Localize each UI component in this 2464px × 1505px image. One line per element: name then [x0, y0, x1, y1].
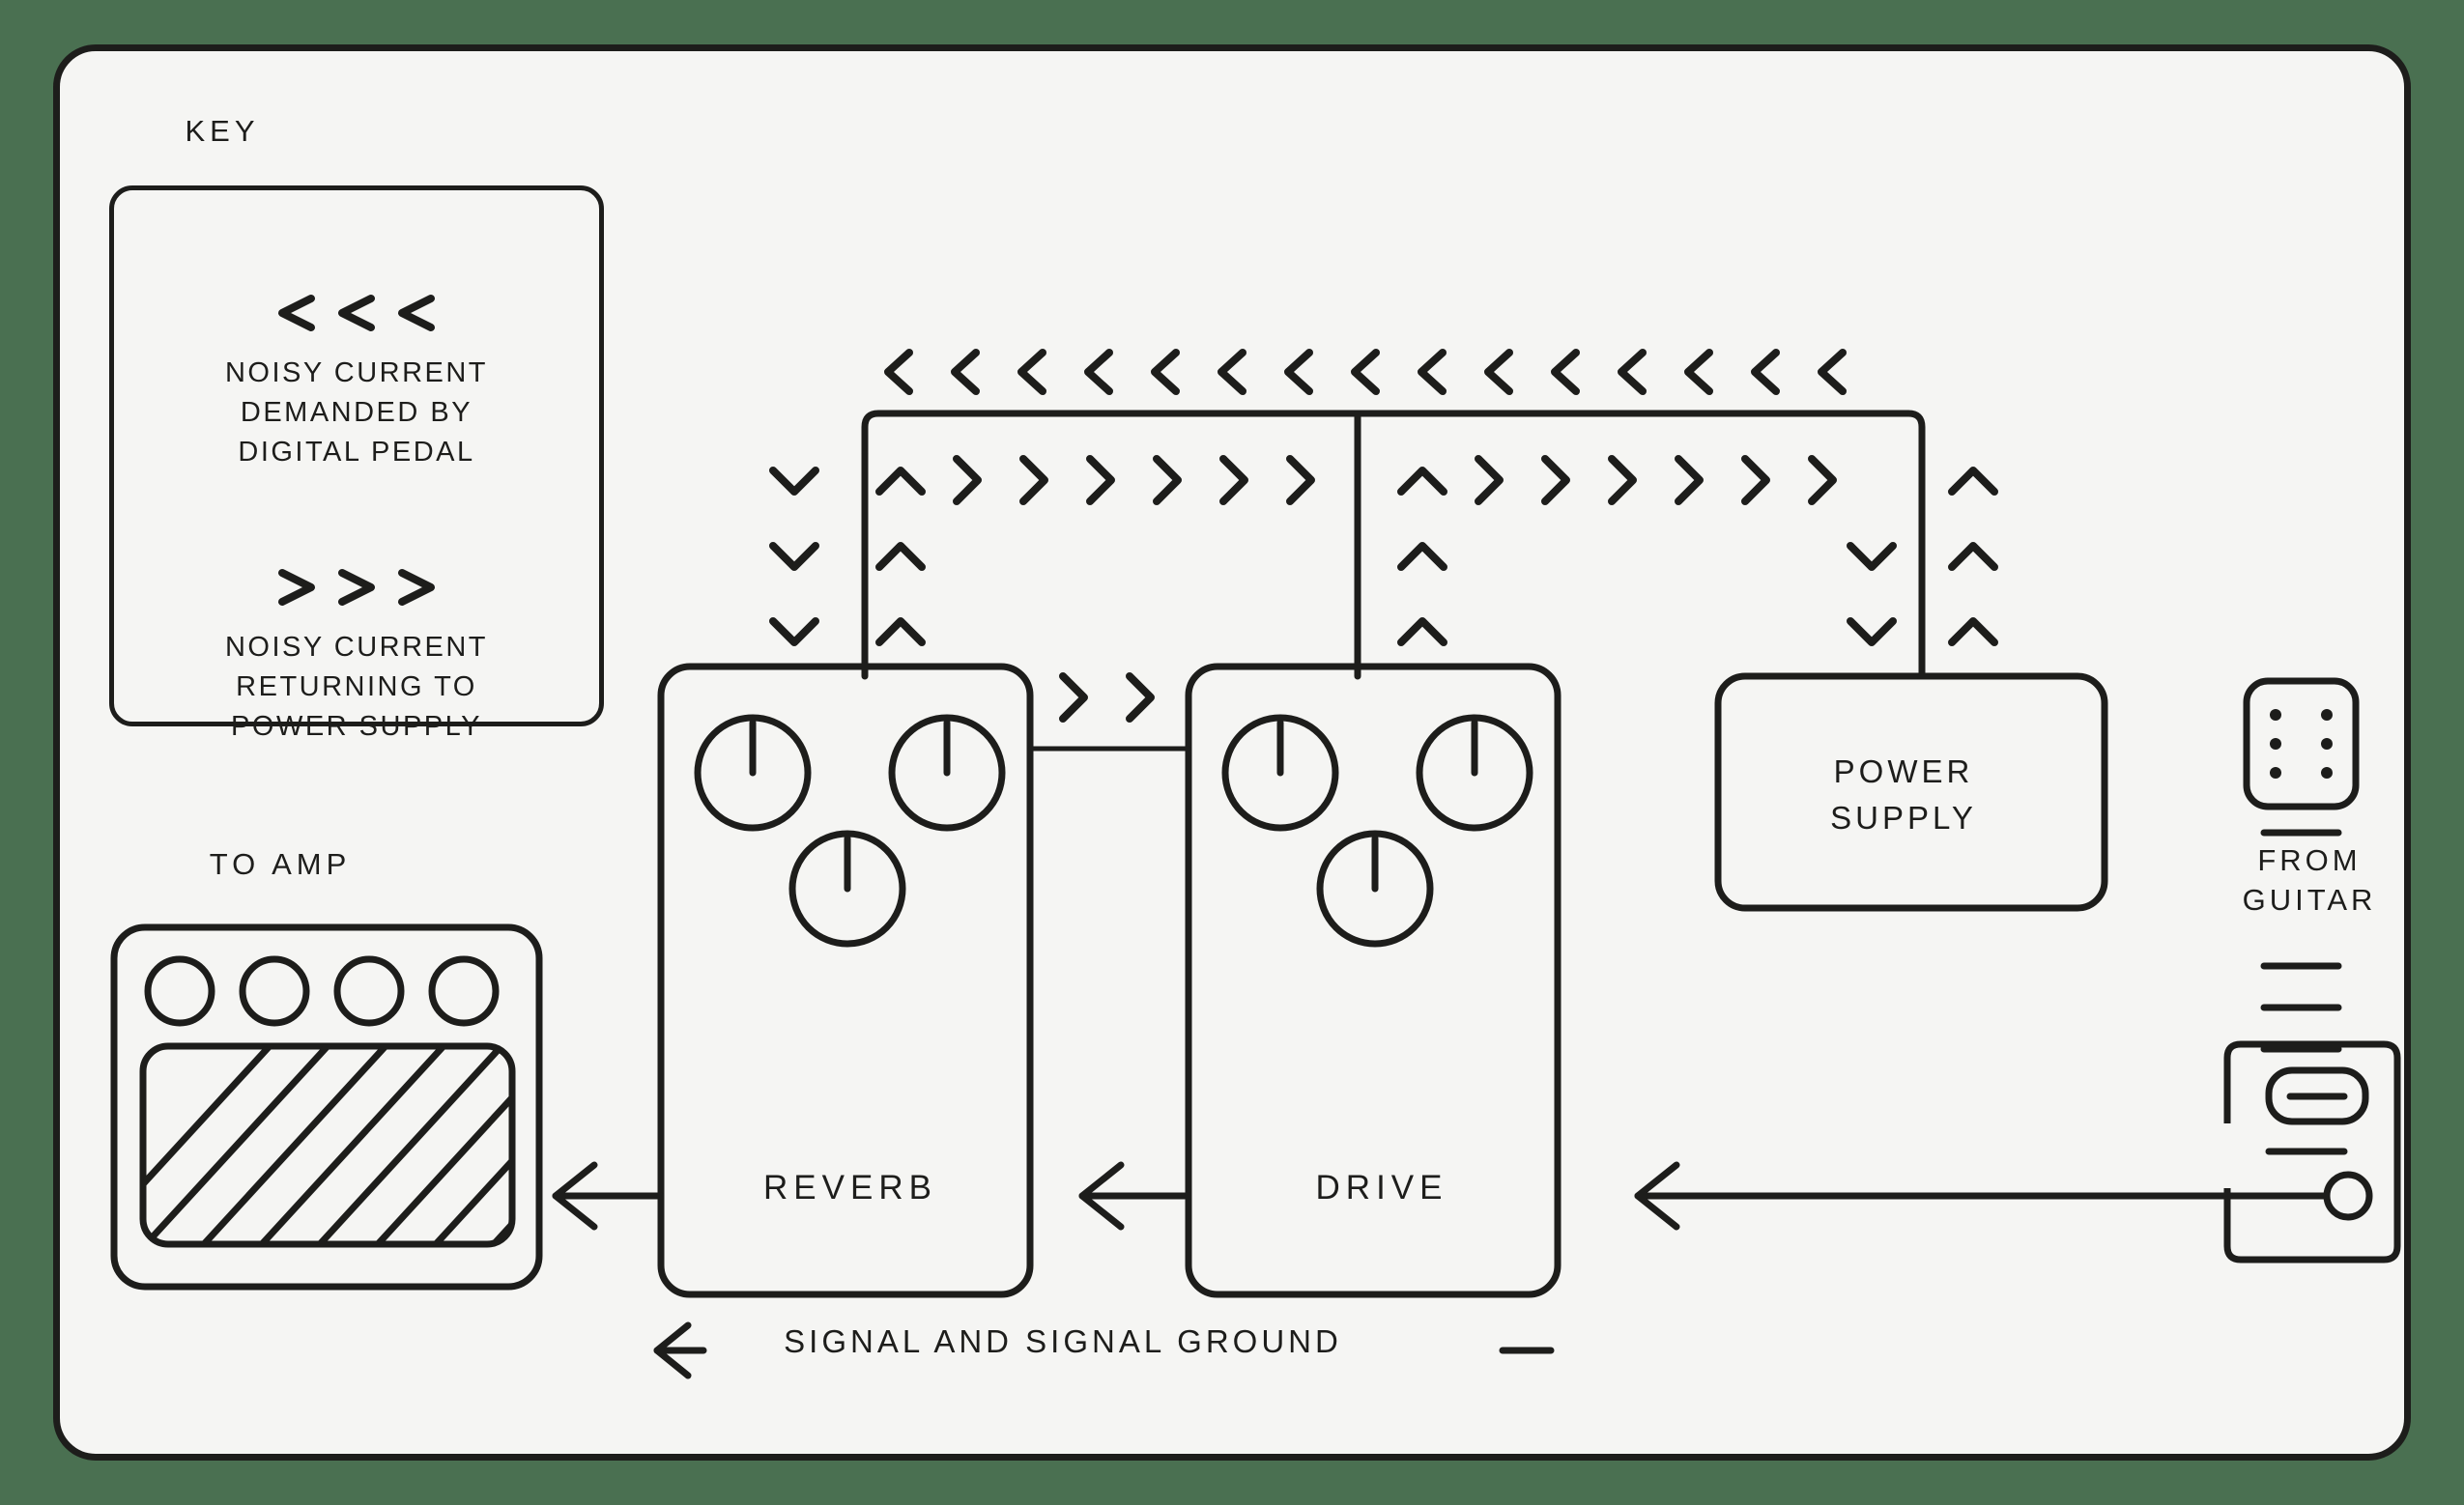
reverb-feed-chevrons — [875, 455, 1315, 646]
drive-pedal-label: DRIVE — [1315, 1169, 1448, 1207]
amplifier[interactable] — [77, 923, 754, 1291]
drive-feed-chevrons — [1397, 455, 1837, 646]
to-amp-label: TO AMP — [209, 847, 352, 881]
reverb-pedal-label: REVERB — [763, 1169, 937, 1207]
from-guitar-label: FROM GUITAR — [2242, 843, 2377, 917]
key-chevron-row — [278, 569, 435, 606]
right-down-chevron-column — [1847, 542, 1897, 646]
signal-path-label: SIGNAL AND SIGNAL GROUND — [784, 1323, 1342, 1359]
inter-pedal-chevrons — [1059, 672, 1155, 723]
guitar[interactable] — [2223, 677, 2401, 1264]
top-rail-chevron-row — [884, 349, 1847, 395]
key-entry-demanded-label: NOISY CURRENT DEMANDED BY DIGITAL PEDAL — [109, 286, 604, 472]
key-entry-returning-label: NOISY CURRENT RETURNING TO POWER SUPPLY — [109, 560, 604, 747]
key-title: KEY — [185, 114, 260, 148]
amp-grille-hatch — [143, 1046, 512, 1244]
power-supply-label: POWER SUPPLY — [1830, 753, 1977, 836]
right-up-chevron-column — [1948, 467, 1998, 646]
power-rail — [861, 410, 1926, 680]
key-chevron-row — [278, 295, 435, 331]
left-down-chevron-column — [769, 467, 819, 646]
